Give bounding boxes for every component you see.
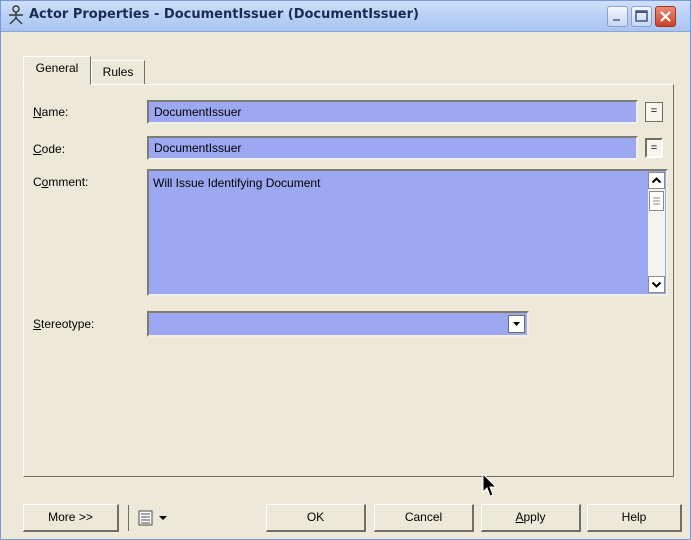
comment-label-prefix: C [33, 175, 42, 189]
comment-scrollbar[interactable] [648, 172, 665, 293]
actor-icon [9, 5, 23, 25]
name-label-accesskey: N [33, 105, 42, 119]
minimize-icon [613, 19, 620, 21]
tab-general-label: General [35, 61, 79, 75]
minimize-button[interactable] [607, 6, 628, 27]
apply-accesskey: A [515, 510, 524, 524]
apply-label: pply [523, 510, 546, 524]
window-title: Actor Properties - DocumentIssuer (Docum… [29, 7, 419, 22]
close-button[interactable] [655, 6, 676, 27]
name-input[interactable]: DocumentIssuer [147, 100, 638, 124]
name-equals-button[interactable]: = [645, 102, 663, 122]
comment-label-text: mment: [48, 175, 89, 189]
dropdown-arrow-icon [513, 322, 520, 326]
ok-button[interactable]: OK [266, 504, 366, 532]
name-label-text: ame: [41, 105, 69, 119]
grip-icon [653, 197, 660, 205]
list-menu-button[interactable] [128, 505, 175, 531]
code-label-accesskey: C [33, 142, 42, 156]
stereotype-dropdown-button[interactable] [508, 315, 525, 333]
more-button[interactable]: More >> [23, 504, 119, 532]
code-equals-toggle[interactable]: = [645, 138, 663, 158]
code-label-text: ode: [41, 142, 66, 156]
stereotype-label-accesskey: S [33, 317, 42, 331]
tab-rules-label: Rules [102, 65, 134, 79]
actor-properties-dialog: Actor Properties - DocumentIssuer (Docum… [0, 0, 691, 540]
comment-label: Comment: [33, 175, 88, 189]
list-icon [138, 510, 167, 526]
name-label: Name: [33, 105, 68, 119]
close-icon [660, 11, 671, 22]
maximize-icon [635, 10, 648, 22]
chevron-up-icon [651, 177, 662, 184]
apply-button[interactable]: Apply [481, 504, 581, 532]
scroll-down-button[interactable] [648, 276, 665, 293]
cancel-button[interactable]: Cancel [374, 504, 474, 532]
stereotype-label-text: tereotype: [41, 317, 95, 331]
comment-textarea[interactable]: Will Issue Identifying Document [147, 169, 668, 296]
tab-rules[interactable]: Rules [91, 60, 145, 85]
scroll-up-button[interactable] [648, 172, 665, 189]
stereotype-select[interactable] [147, 311, 529, 337]
chevron-down-icon [651, 281, 662, 288]
scroll-thumb[interactable] [649, 191, 664, 211]
code-input[interactable]: DocumentIssuer [147, 136, 638, 160]
mouse-cursor-icon [482, 473, 498, 497]
title-bar[interactable]: Actor Properties - DocumentIssuer (Docum… [1, 1, 690, 32]
code-label: Code: [33, 142, 65, 156]
help-button[interactable]: Help [587, 504, 682, 532]
tab-general[interactable]: General [23, 56, 91, 85]
maximize-button[interactable] [631, 6, 652, 27]
stereotype-label: Stereotype: [33, 317, 94, 331]
comment-text: Will Issue Identifying Document [153, 176, 321, 190]
